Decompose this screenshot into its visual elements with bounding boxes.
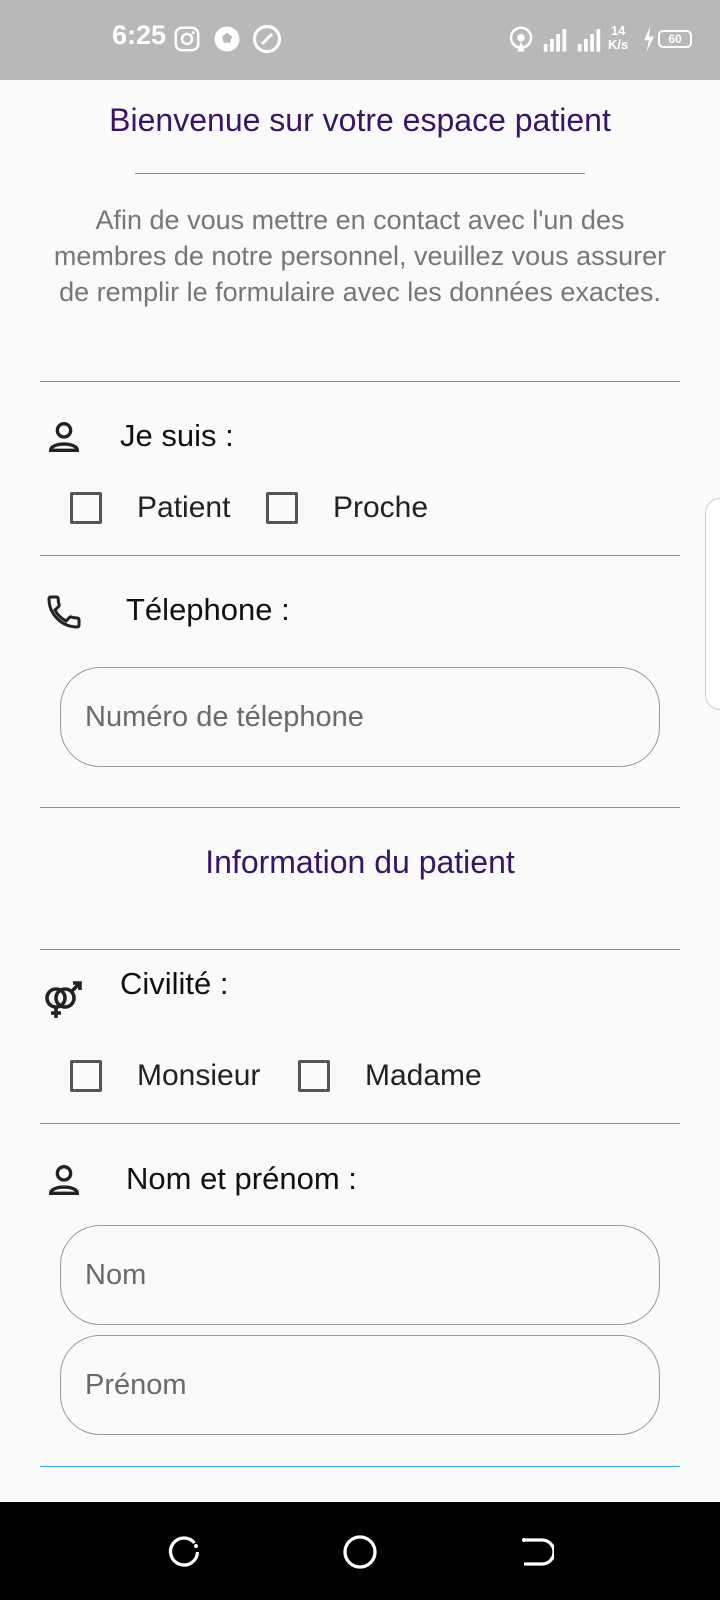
phone-input[interactable] [61, 668, 659, 766]
charging-icon [644, 26, 654, 52]
madame-option-label: Madame [365, 1059, 482, 1092]
divider [40, 807, 680, 808]
monsieur-checkbox[interactable] [70, 1060, 102, 1092]
je-suis-label: Je suis : [120, 418, 234, 453]
divider [40, 555, 680, 556]
status-time: 6:25 [112, 20, 167, 50]
app-notification-icon [252, 24, 282, 54]
nom-input[interactable] [61, 1226, 659, 1324]
patient-section-title: Information du patient [205, 844, 515, 880]
person-outline-icon [48, 422, 80, 452]
nom-prenom-label: Nom et prénom : [126, 1161, 357, 1196]
gender-icon [45, 981, 82, 1018]
divider [40, 381, 680, 382]
navigation-bar [0, 1502, 720, 1600]
patient-form: Bienvenue sur votre espace patient Afin … [0, 80, 720, 1502]
monsieur-option-label: Monsieur [137, 1059, 261, 1092]
divider [40, 949, 680, 950]
instagram-icon [174, 26, 200, 52]
side-panel-handle[interactable] [705, 498, 720, 710]
status-bar: 6:25 14 K/s 60 [0, 0, 720, 80]
prenom-input[interactable] [61, 1336, 659, 1434]
phone-icon [47, 595, 81, 629]
divider [40, 1123, 680, 1124]
football-icon [214, 26, 240, 52]
phone-field[interactable] [60, 667, 660, 767]
page-title: Bienvenue sur votre espace patient [109, 102, 611, 138]
madame-checkbox[interactable] [298, 1060, 330, 1092]
title-divider [135, 173, 585, 174]
proche-checkbox[interactable] [266, 492, 298, 524]
network-speed: 14 K/s [608, 23, 629, 52]
civilite-label: Civilité : [120, 966, 229, 1001]
telephone-label: Télephone : [126, 592, 290, 627]
patient-checkbox[interactable] [70, 492, 102, 524]
proche-option-label: Proche [333, 491, 429, 524]
home-icon[interactable] [342, 1534, 378, 1570]
battery-indicator: 60 [658, 30, 692, 48]
nom-field[interactable] [60, 1225, 660, 1325]
signal-icon [577, 29, 601, 52]
divider [40, 1466, 680, 1467]
signal-4g-icon [543, 29, 567, 52]
person-outline-icon [48, 1165, 80, 1195]
hotspot-icon [509, 26, 533, 52]
patient-option-label: Patient [137, 491, 231, 524]
prenom-field[interactable] [60, 1335, 660, 1435]
intro-text: Afin de vous mettre en contact avec l'un… [53, 205, 667, 307]
recent-apps-icon[interactable] [166, 1534, 202, 1570]
back-icon[interactable] [518, 1534, 554, 1570]
